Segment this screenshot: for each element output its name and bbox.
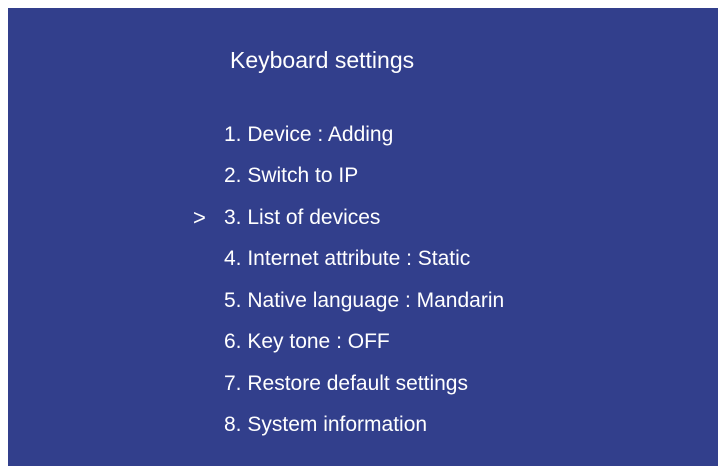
menu-item-label: 7. Restore default settings [224,371,468,395]
menu-item-device[interactable]: > 1. Device : Adding [8,114,504,156]
menu-item-key-tone[interactable]: > 6. Key tone : OFF [8,322,504,364]
menu-item-switch-to-ip[interactable]: > 2. Switch to IP [8,156,504,198]
menu-item-label: 5. Native language : Mandarin [224,288,505,312]
menu-item-label: 2. Switch to IP [224,164,359,188]
menu-item-label: 4. Internet attribute : Static [224,247,471,271]
menu-item-label: 8. System information [224,413,428,437]
menu-item-label: 3. List of devices [224,205,381,229]
settings-menu: > 1. Device : Adding > 2. Switch to IP >… [8,114,504,446]
settings-screen: Keyboard settings > 1. Device : Adding >… [8,8,718,466]
menu-item-list-of-devices[interactable]: > 3. List of devices [8,197,504,239]
menu-item-label: 6. Key tone : OFF [224,330,390,354]
page-title: Keyboard settings [230,47,415,73]
menu-item-internet-attribute[interactable]: > 4. Internet attribute : Static [8,239,504,281]
selection-cursor-icon: > [193,204,206,230]
menu-item-native-language[interactable]: > 5. Native language : Mandarin [8,280,504,322]
menu-item-label: 1. Device : Adding [224,122,394,146]
menu-item-restore-defaults[interactable]: > 7. Restore default settings [8,363,504,405]
menu-item-system-information[interactable]: > 8. System information [8,405,504,447]
